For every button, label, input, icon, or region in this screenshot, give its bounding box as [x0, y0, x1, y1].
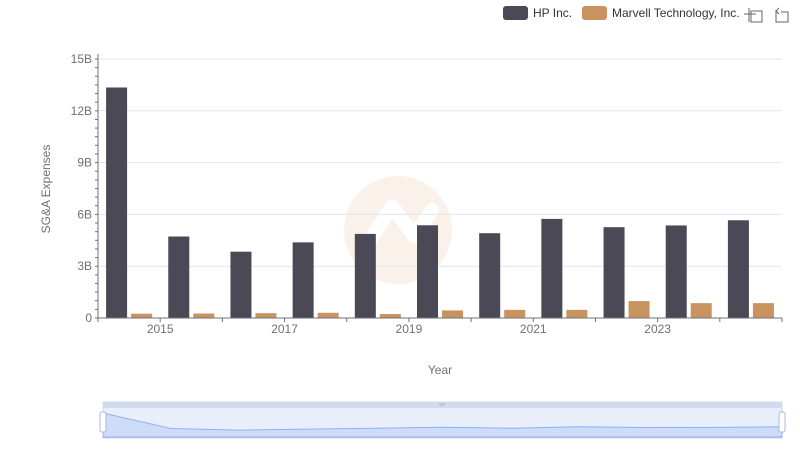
data-zoom-slider[interactable]	[99, 401, 786, 439]
bar-hp-2023[interactable]	[665, 225, 687, 318]
x-tick-label: 2017	[271, 322, 298, 336]
bar-marvell-2019[interactable]	[442, 310, 463, 318]
y-tick-label: 3B	[77, 259, 92, 273]
restore-icon[interactable]	[775, 7, 789, 23]
zoom-icon[interactable]	[744, 8, 763, 23]
bar-hp-2022[interactable]	[603, 227, 625, 318]
legend-label-hp: HP Inc.	[533, 6, 572, 20]
bar-marvell-2015[interactable]	[193, 313, 215, 318]
bar-marvell-2024[interactable]	[752, 303, 774, 318]
bar-marvell-2017[interactable]	[317, 312, 339, 318]
y-axis-title: SG&A Expenses	[39, 145, 53, 234]
legend-item-hp[interactable]: HP Inc.	[503, 6, 572, 20]
x-axis-title: Year	[428, 363, 452, 377]
y-tick-label: 6B	[77, 207, 92, 221]
bar-hp-2016[interactable]	[230, 251, 252, 318]
bar-marvell-2018[interactable]	[379, 314, 401, 318]
bar-hp-2014[interactable]	[106, 87, 128, 319]
legend-swatch-marvell	[582, 6, 607, 20]
bar-hp-2018[interactable]	[354, 233, 376, 318]
legend-item-marvell[interactable]: Marvell Technology, Inc.	[582, 6, 740, 20]
bar-marvell-2023[interactable]	[690, 303, 712, 318]
y-tick-label: 9B	[77, 156, 92, 170]
bar-marvell-2020[interactable]	[504, 309, 526, 318]
slider-handle-right[interactable]	[778, 411, 786, 433]
legend-label-marvell: Marvell Technology, Inc.	[612, 6, 740, 20]
y-tick-label: 0	[85, 311, 92, 325]
x-tick-label: 2015	[147, 322, 174, 336]
bar-hp-2019[interactable]	[417, 225, 438, 318]
bar-hp-2020[interactable]	[479, 233, 501, 318]
y-tick-label: 12B	[71, 104, 92, 118]
chart: 0 3B 6B 9B 12B 15B 2015 2017 2019 2021 2023 SG&A …	[39, 6, 789, 439]
legend: HP Inc. Marvell Technology, Inc.	[503, 6, 740, 20]
bar-marvell-2021[interactable]	[566, 309, 588, 318]
y-tick-label: 15B	[71, 52, 92, 66]
bar-marvell-2022[interactable]	[628, 301, 650, 318]
bar-hp-2015[interactable]	[168, 236, 190, 318]
legend-swatch-hp	[503, 6, 528, 20]
x-tick-label: 2021	[520, 322, 547, 336]
y-axis-ticks: 0 3B 6B 9B 12B 15B	[71, 52, 98, 325]
slider-handle-left[interactable]	[99, 411, 107, 433]
x-tick-label: 2019	[396, 322, 423, 336]
x-tick-label: 2023	[644, 322, 671, 336]
bar-marvell-2014[interactable]	[131, 313, 153, 318]
bar-hp-2017[interactable]	[292, 242, 314, 318]
bar-hp-2021[interactable]	[541, 218, 563, 318]
bar-marvell-2016[interactable]	[255, 313, 277, 318]
bar-hp-2024[interactable]	[727, 220, 749, 318]
